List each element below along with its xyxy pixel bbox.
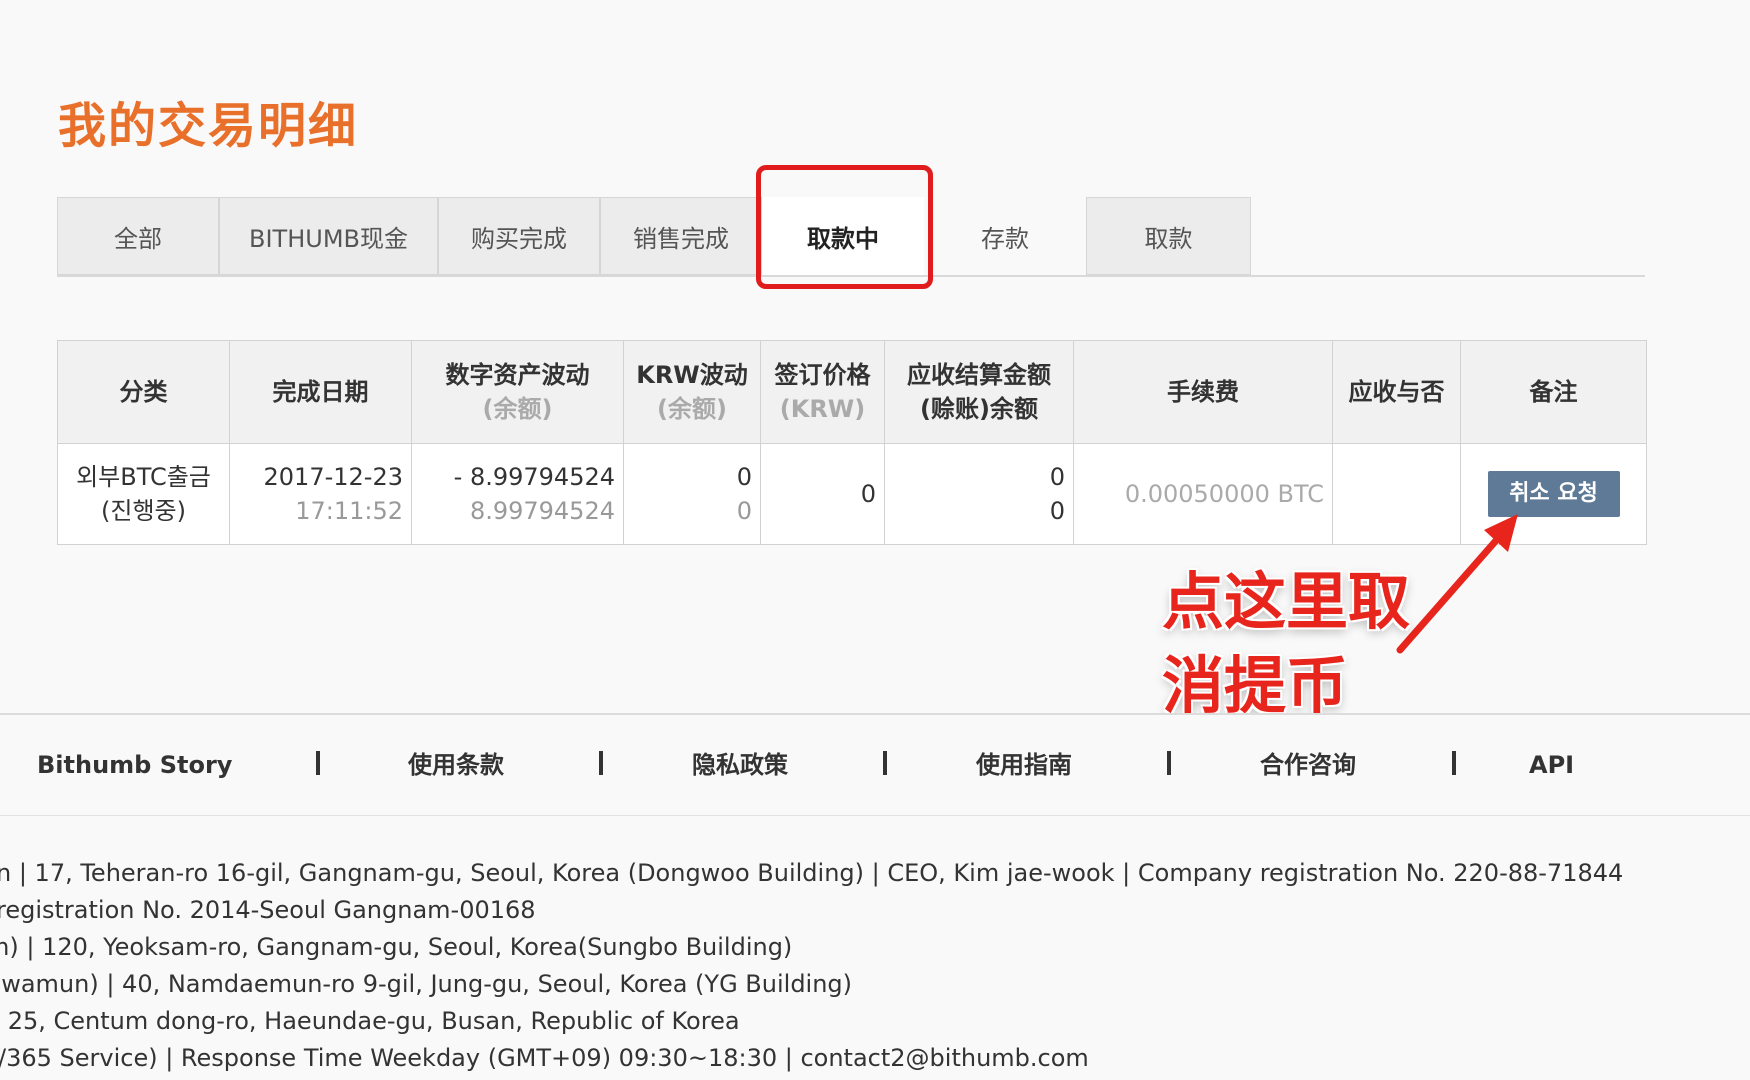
tab-bithumb-cash[interactable]: BITHUMB现金 [219, 197, 438, 275]
header-category: 分类 [57, 340, 230, 444]
footer-link-terms[interactable]: 使用条款 [408, 715, 504, 815]
krw-change-value: 0 [736, 463, 752, 491]
header-krw-change-sub: (余额) [657, 395, 727, 423]
company-info-line: registration No. 2014-Seoul Gangnam-0016… [0, 896, 536, 924]
tab-highlight-box [756, 165, 933, 289]
footer-link-api[interactable]: API [1529, 715, 1574, 815]
header-krw-change-label: KRW波动 [636, 361, 748, 389]
company-info: n | 17, Teheran-ro 16-gil, Gangnam-gu, S… [0, 855, 1750, 1077]
header-settlement: 应收结算金额 (赊账)余额 [884, 340, 1074, 444]
footer-separator [883, 751, 887, 775]
asset-change-value: - 8.99794524 [453, 463, 615, 491]
header-krw-change: KRW波动 (余额) [623, 340, 761, 444]
cell-settlement: 0 0 [884, 443, 1074, 545]
annotation-arrow-icon [1396, 514, 1518, 654]
company-info-line: n | 17, Teheran-ro 16-gil, Gangnam-gu, S… [0, 859, 1624, 887]
completion-time: 17:11:52 [295, 497, 403, 525]
header-settlement-line2: (赊账)余额 [920, 395, 1038, 423]
footer-separator [1452, 751, 1456, 775]
settlement-amount: 0 [1049, 463, 1065, 491]
header-asset-change-sub: (余额) [482, 395, 553, 423]
cell-price: 0 [760, 443, 885, 545]
header-asset-change-label: 数字资产波动 [445, 361, 590, 389]
asset-balance-value: 8.99794524 [469, 497, 615, 525]
krw-balance-value: 0 [736, 497, 752, 525]
header-settlement-line1: 应收结算金额 [907, 361, 1051, 389]
company-info-line: m) | 120, Yeoksam-ro, Gangnam-gu, Seoul,… [0, 933, 793, 961]
footer-nav: Bithumb Story 使用条款 隐私政策 使用指南 合作咨询 API [0, 713, 1750, 816]
header-date: 完成日期 [229, 340, 412, 444]
annotation-text: 点这里取 消提币 [1162, 560, 1410, 728]
tab-withdraw[interactable]: 取款 [1086, 197, 1251, 275]
cell-krw-change: 0 0 [623, 443, 761, 545]
tab-deposit[interactable]: 存款 [924, 197, 1086, 275]
footer-separator [1167, 751, 1171, 775]
footer-link-bithumb-story[interactable]: Bithumb Story [37, 715, 232, 815]
category-type: 외부BTC출금 [76, 463, 211, 491]
tab-all[interactable]: 全部 [57, 197, 219, 275]
category-status: (진행중) [101, 497, 186, 525]
tab-purchase-complete[interactable]: 购买完成 [438, 197, 600, 275]
settlement-balance: 0 [1049, 497, 1065, 525]
footer-link-privacy[interactable]: 隐私政策 [692, 715, 788, 815]
footer-separator [599, 751, 603, 775]
header-price-sub: (KRW) [779, 395, 866, 423]
company-info-line: /365 Service) | Response Time Weekday (G… [0, 1044, 1089, 1072]
company-info-line: hwamun) | 40, Namdaemun-ro 9-gil, Jung-g… [0, 970, 853, 998]
page-title: 我的交易明细 [58, 98, 359, 154]
footer-link-guide[interactable]: 使用指南 [976, 715, 1072, 815]
completion-date: 2017-12-23 [263, 463, 403, 491]
header-asset-change: 数字资产波动 (余额) [411, 340, 624, 444]
cell-category: 외부BTC출금 (진행중) [57, 443, 230, 545]
header-price-label: 签订价格 [774, 361, 871, 389]
cell-date: 2017-12-23 17:11:52 [229, 443, 412, 545]
cell-asset-change: - 8.99794524 8.99794524 [411, 443, 624, 545]
header-remark: 备注 [1460, 340, 1647, 444]
annotation-line-1: 点这里取 [1162, 565, 1411, 638]
header-receivable: 应收与否 [1332, 340, 1461, 444]
header-price: 签订价格 (KRW) [760, 340, 885, 444]
footer-link-partnership[interactable]: 合作咨询 [1260, 715, 1356, 815]
tab-sale-complete[interactable]: 销售完成 [600, 197, 762, 275]
table-header-row: 分类 完成日期 数字资产波动 (余额) KRW波动 (余额) 签订价格 (KRW… [57, 340, 1647, 444]
header-fee: 手续费 [1073, 340, 1333, 444]
footer-separator [316, 751, 320, 775]
company-info-line: | 25, Centum dong-ro, Haeundae-gu, Busan… [0, 1007, 740, 1035]
cell-fee: 0.00050000 BTC [1073, 443, 1333, 545]
